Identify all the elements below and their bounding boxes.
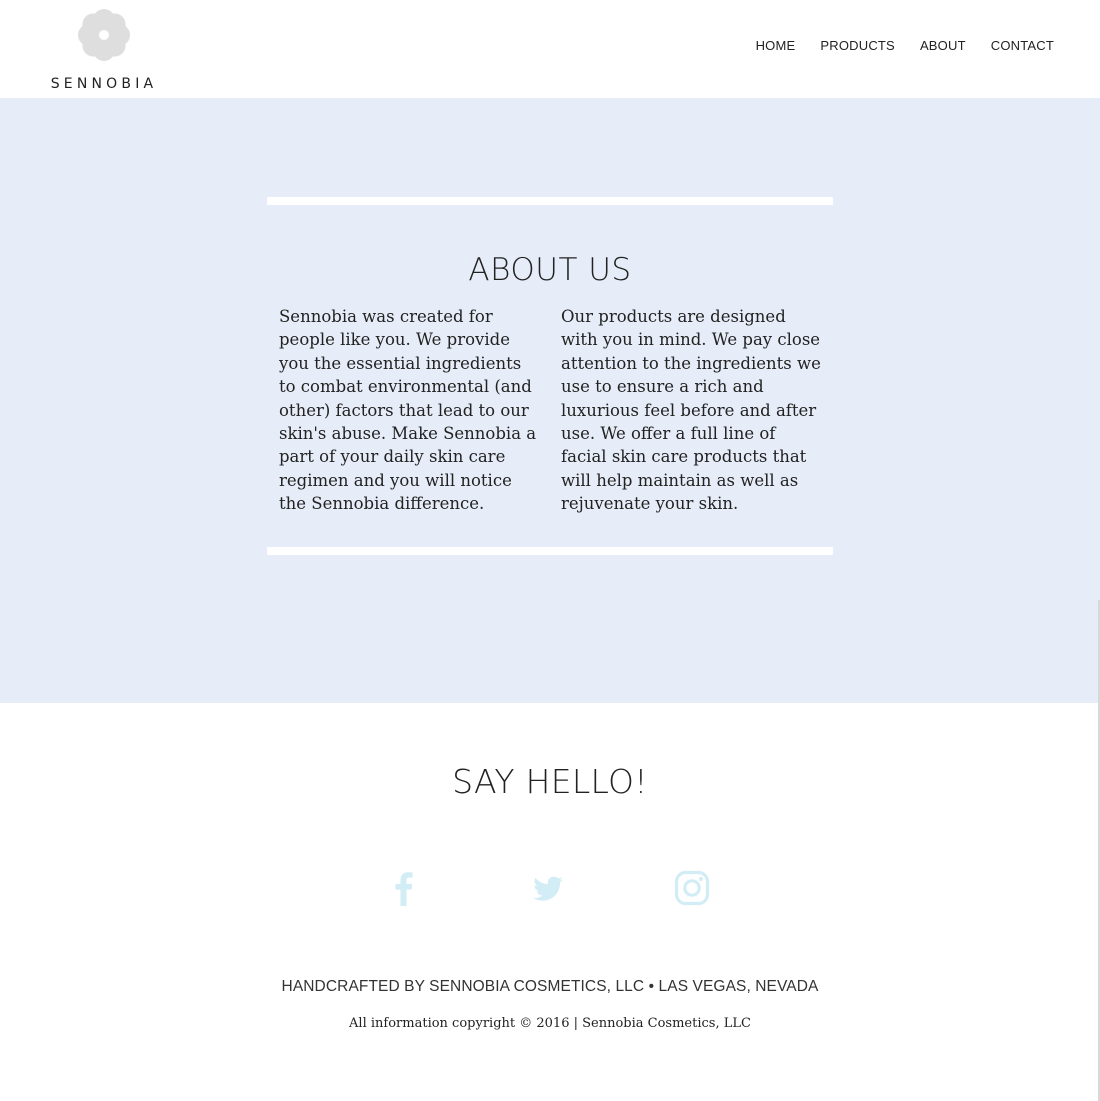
nav-home[interactable]: HOME — [756, 38, 796, 53]
flower-icon — [78, 9, 130, 61]
main-nav: HOME PRODUCTS ABOUT CONTACT — [756, 38, 1054, 53]
site-header: SENNOBIA HOME PRODUCTS ABOUT CONTACT — [0, 0, 1100, 98]
nav-products[interactable]: PRODUCTS — [820, 38, 895, 53]
about-section: ABOUT US Sennobia was created for people… — [0, 98, 1100, 703]
say-hello-title: SAY HELLO! — [452, 762, 648, 801]
footer-handcrafted: HANDCRAFTED BY SENNOBIA COSMETICS, LLC •… — [281, 978, 819, 995]
top-divider — [267, 197, 833, 205]
brand-logo[interactable]: SENNOBIA — [44, 6, 164, 94]
instagram-icon[interactable] — [672, 868, 712, 908]
about-right-text: Our products are designed with you in mi… — [561, 307, 821, 514]
about-title: ABOUT US — [468, 252, 632, 288]
nav-about[interactable]: ABOUT — [920, 38, 966, 53]
nav-contact[interactable]: CONTACT — [991, 38, 1054, 53]
footer-copyright: All information copyright © 2016 | Senno… — [349, 1016, 751, 1031]
bottom-divider — [267, 547, 833, 555]
facebook-icon[interactable] — [384, 868, 424, 908]
about-left-text: Sennobia was created for people like you… — [279, 307, 537, 514]
brand-name: SENNOBIA — [50, 76, 158, 92]
twitter-icon[interactable] — [528, 868, 568, 908]
